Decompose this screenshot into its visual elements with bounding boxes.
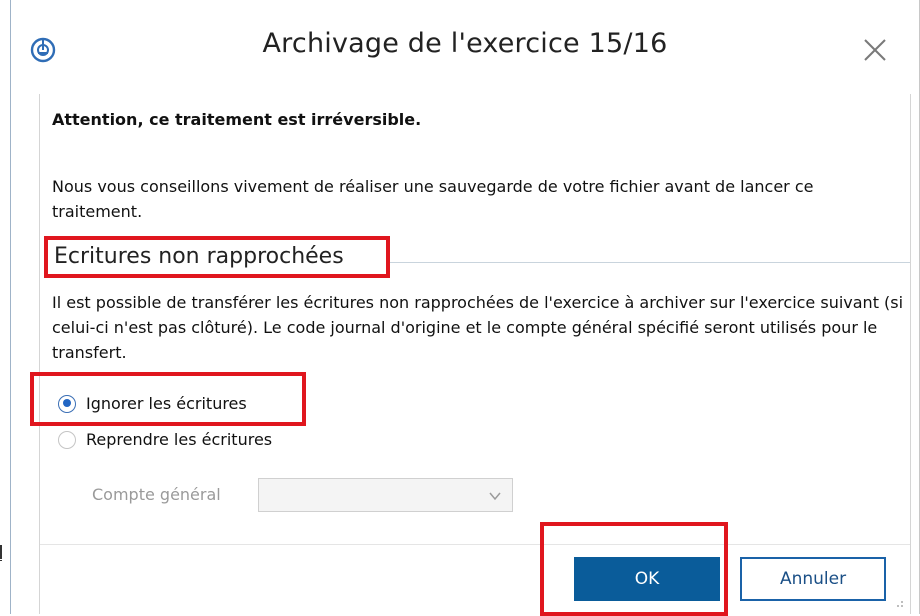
dialog-title: Archivage de l'exercice 15/16	[262, 28, 668, 59]
close-icon	[864, 39, 886, 61]
radio-ignorer-ecritures[interactable]: Ignorer les écritures	[58, 394, 247, 413]
close-button[interactable]	[855, 30, 895, 70]
section-description: Il est possible de transférer les écritu…	[52, 293, 904, 362]
radio-reprendre-ecritures[interactable]: Reprendre les écritures	[58, 430, 272, 449]
chevron-down-icon	[489, 492, 501, 501]
warning-text: Attention, ce traitement est irréversibl…	[52, 110, 422, 129]
edge-artifact	[0, 545, 2, 559]
edge-artifact	[0, 560, 2, 561]
resize-grip-icon[interactable]	[892, 596, 904, 608]
radio-button-checked[interactable]	[58, 394, 76, 413]
section-divider	[390, 262, 910, 263]
ok-button[interactable]: OK	[574, 557, 720, 601]
cancel-button[interactable]: Annuler	[740, 557, 886, 601]
radio-label: Ignorer les écritures	[86, 394, 247, 413]
compte-general-label: Compte général	[92, 485, 221, 504]
dialog-content: Attention, ce traitement est irréversibl…	[30, 94, 911, 616]
radio-button[interactable]	[58, 430, 76, 449]
dialog-window: Archivage de l'exercice 15/16 Attention,…	[10, 0, 920, 616]
compte-general-select[interactable]	[258, 478, 513, 512]
section-title: Ecritures non rapprochées	[44, 236, 390, 278]
radio-label: Reprendre les écritures	[86, 430, 273, 449]
title-bar: Archivage de l'exercice 15/16	[11, 0, 919, 94]
advice-text: Nous vous conseillons vivement de réalis…	[52, 177, 814, 221]
